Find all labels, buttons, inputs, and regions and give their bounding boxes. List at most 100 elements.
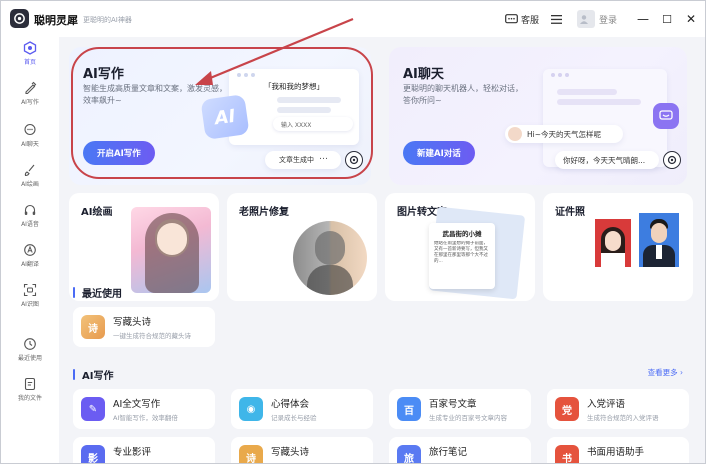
feature-title: AI绘画 <box>81 207 113 218</box>
sidebar-item-ai-chat[interactable]: AI聊天 <box>1 123 59 157</box>
app-window: 聪明灵犀 更聪明的AI神器 客服 登录 — ☐ ✕ 首页 AI写作 AI聊天 A… <box>0 0 706 464</box>
file-icon <box>24 377 36 391</box>
tool-name: 心得体会 <box>271 399 310 410</box>
ai-chat-desc: 更聪明的聊天机器人，轻松对话，答你所问~ <box>403 84 523 105</box>
feature-title: 证件照 <box>555 207 585 218</box>
ai-writing-title: AI写作 <box>83 67 124 82</box>
sidebar-item-label: 首页 <box>23 59 36 66</box>
chat-bubble-user: Hi~今天的天气怎样呢 <box>505 125 623 143</box>
user-avatar <box>508 127 522 141</box>
app-slogan: 更聪明的AI神器 <box>83 16 132 24</box>
ai-chat-card[interactable]: AI聊天 更聪明的聊天机器人，轻松对话，答你所问~ 新建AI对话 Hi~今天的天… <box>389 47 687 185</box>
minimize-button[interactable]: — <box>633 9 653 29</box>
tool-card[interactable]: 百 百家号文章 生成专业的百家号文章内容 <box>389 389 531 429</box>
chat-icon <box>24 123 36 136</box>
tool-name: AI全文写作 <box>113 399 161 410</box>
tool-desc: 生成符合规范的入党评语 <box>587 414 659 422</box>
app-logo-icon <box>10 9 29 28</box>
annotation-arrow-icon <box>195 17 354 85</box>
tool-card[interactable]: ◉ 心得体会 记录成长与经验 <box>231 389 373 429</box>
sidebar-item-label: AI语音 <box>21 221 39 228</box>
chat-bot-icon <box>653 103 679 129</box>
close-button[interactable]: ✕ <box>681 9 701 29</box>
brush-icon <box>24 164 35 177</box>
tool-name: 百家号文章 <box>429 399 477 410</box>
brand-icon <box>663 151 681 169</box>
maximize-button[interactable]: ☐ <box>657 9 677 29</box>
id-photo-female <box>595 219 631 267</box>
view-more-link[interactable]: 查看更多 › <box>648 367 683 378</box>
sidebar-item-label: AI绘画 <box>21 181 39 188</box>
message-icon <box>505 13 518 23</box>
tool-name: 专业影评 <box>113 447 152 458</box>
ai-chat-title: AI聊天 <box>403 67 444 82</box>
sidebar-item-recent[interactable]: 最近使用 <box>1 337 59 371</box>
poem-icon: 诗 <box>81 315 105 339</box>
tool-name: 书面用语助手 <box>587 447 645 458</box>
login-label: 登录 <box>598 15 617 26</box>
sidebar-item-ai-voice[interactable]: AI语音 <box>1 203 59 237</box>
tool-card[interactable]: 影 专业影评 <box>73 437 215 463</box>
sidebar-item-home[interactable]: 首页 <box>1 41 59 75</box>
sidebar: 首页 AI写作 AI聊天 AI绘画 AI语音 AI翻译 AI识图 最近使用 我的… <box>1 37 59 463</box>
sidebar-item-ai-recognize[interactable]: AI识图 <box>1 283 59 317</box>
sidebar-item-label: 我的文件 <box>17 395 42 402</box>
app-name: 聪明灵犀 <box>34 14 78 27</box>
pen-icon <box>25 81 37 95</box>
tool-card[interactable]: 书 书面用语助手 <box>547 437 689 463</box>
start-ai-writing-button[interactable]: 开启AI写作 <box>83 141 155 165</box>
tool-card[interactable]: 诗 写藏头诗 <box>231 437 373 463</box>
doc-preview: 武昌街的小摊 她站在雨里想的摊子前面，又有一首新诗要写，但我又在那里在那里等那个… <box>429 223 495 289</box>
new-ai-chat-button[interactable]: 新建AI对话 <box>403 141 475 165</box>
generating-chip: 文章生成中 … <box>265 151 341 169</box>
sidebar-item-ai-writing[interactable]: AI写作 <box>1 81 59 115</box>
tool-card[interactable]: ✎ AI全文写作 AI智能写作，效率翻倍 <box>73 389 215 429</box>
translate-icon <box>24 244 36 256</box>
pen-icon: ✎ <box>81 397 105 421</box>
tool-desc: 记录成长与经验 <box>271 414 317 422</box>
feature-title: 老照片修复 <box>239 207 289 218</box>
feature-card-photo-restore[interactable]: 老照片修复 <box>227 193 377 301</box>
sidebar-item-label: AI识图 <box>21 301 39 308</box>
main-content: AI写作 智能生成高质量文章和文案，激发灵感，效率飙升~ 开启AI写作 「我和我… <box>59 37 705 463</box>
recent-item[interactable]: 诗 写藏头诗 一键生成符合规范的藏头诗 <box>73 307 215 347</box>
sidebar-item-label: 最近使用 <box>17 355 42 362</box>
home-icon <box>23 41 37 55</box>
party-icon: 党 <box>555 397 579 421</box>
baijiahao-icon: 百 <box>397 397 421 421</box>
recent-section-title: 最近使用 <box>73 285 122 300</box>
clock-icon <box>24 338 36 350</box>
tool-name: 写藏头诗 <box>271 447 310 458</box>
customer-service-label: 客服 <box>520 15 539 26</box>
tool-card[interactable]: 旅 旅行笔记 <box>389 437 531 463</box>
login-button[interactable]: 登录 <box>576 10 617 28</box>
sidebar-item-ai-translate[interactable]: AI翻译 <box>1 243 59 277</box>
notebook-icon: ◉ <box>239 397 263 421</box>
mock-input: 输入 XXXX <box>273 117 353 131</box>
hamburger-icon <box>550 14 562 24</box>
scan-icon <box>23 283 37 297</box>
book-icon: 书 <box>555 445 579 463</box>
photo-restore-image <box>293 221 367 295</box>
avatar-icon <box>576 10 595 28</box>
tool-name: 旅行笔记 <box>429 447 468 458</box>
ai-painting-image <box>131 207 211 293</box>
brand-icon <box>345 151 363 169</box>
film-icon: 影 <box>81 445 105 463</box>
menu-button[interactable] <box>550 14 565 24</box>
sidebar-item-label: AI写作 <box>21 99 39 106</box>
feature-card-id-photo[interactable]: 证件照 <box>543 193 693 301</box>
ai-badge-icon: AI <box>200 94 250 140</box>
sidebar-item-my-files[interactable]: 我的文件 <box>1 377 59 411</box>
id-photo-male <box>639 213 679 267</box>
headphones-icon <box>24 204 36 215</box>
chat-bubble-bot: 你好呀，今天天气晴朗... <box>555 151 659 169</box>
tool-name: 写藏头诗 <box>113 317 152 328</box>
sidebar-item-ai-painting[interactable]: AI绘画 <box>1 163 59 197</box>
tool-desc: 一键生成符合规范的藏头诗 <box>113 332 191 340</box>
customer-service-button[interactable]: 客服 <box>505 13 539 26</box>
feature-card-image-to-text[interactable]: 图片转文字 武昌街的小摊 她站在雨里想的摊子前面，又有一首新诗要写，但我又在那里… <box>385 193 535 301</box>
sidebar-item-label: AI聊天 <box>21 141 39 148</box>
tool-desc: AI智能写作，效率翻倍 <box>113 414 178 422</box>
tool-card[interactable]: 党 入党评语 生成符合规范的入党评语 <box>547 389 689 429</box>
